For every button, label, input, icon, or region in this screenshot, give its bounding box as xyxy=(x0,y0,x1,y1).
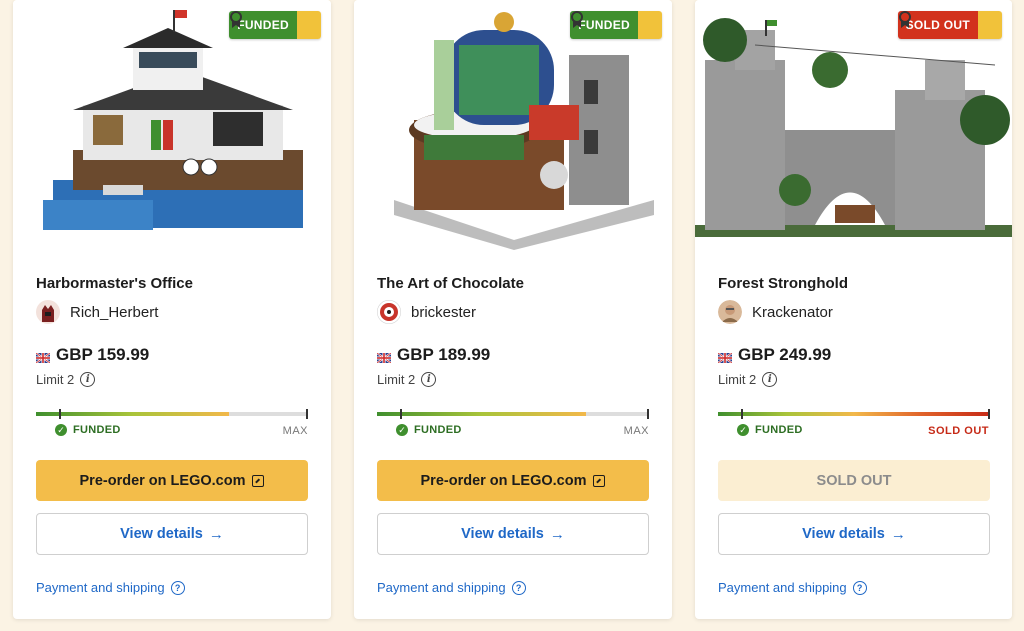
preorder-label: Pre-order on LEGO.com xyxy=(420,472,587,489)
funding-progress-bar xyxy=(377,409,649,419)
check-icon: ✓ xyxy=(55,424,67,436)
creator[interactable]: Rich_Herbert xyxy=(36,300,158,324)
arrow-right-icon: → xyxy=(208,525,224,543)
payment-shipping-label: Payment and shipping xyxy=(36,580,165,595)
arrow-right-icon: → xyxy=(890,525,906,543)
max-tick xyxy=(647,409,649,419)
view-details-button[interactable]: View details → xyxy=(718,513,990,555)
view-details-label: View details xyxy=(120,526,203,542)
funding-progress-bar xyxy=(718,409,990,419)
creator-name[interactable]: Rich_Herbert xyxy=(70,304,158,321)
view-details-button[interactable]: View details → xyxy=(377,513,649,555)
sold-out-button: SOLD OUT xyxy=(718,460,990,501)
limit: Limit 2 i xyxy=(718,372,778,387)
price-value: GBP 189.99 xyxy=(397,345,491,364)
payment-shipping-label: Payment and shipping xyxy=(377,580,506,595)
product-card-art-of-chocolate[interactable]: FUNDED The Art of Chocolate brickester G… xyxy=(354,0,672,619)
view-details-button[interactable]: View details → xyxy=(36,513,308,555)
price-value: GBP 159.99 xyxy=(56,345,150,364)
arrow-right-icon: → xyxy=(549,525,565,543)
status-badge: FUNDED xyxy=(229,11,321,39)
price: GBP 249.99 xyxy=(717,345,832,365)
sold-out-button-label: SOLD OUT xyxy=(816,472,892,489)
limit-text: Limit 2 xyxy=(36,372,75,387)
creator-name[interactable]: brickester xyxy=(411,304,476,321)
ribbon-icon xyxy=(898,11,1002,39)
limit: Limit 2 i xyxy=(36,372,96,387)
avatar xyxy=(377,300,401,324)
product-card-harbormaster[interactable]: FUNDED Harbormaster's Office Rich_Herber… xyxy=(13,0,331,619)
funded-label: FUNDED xyxy=(755,424,803,436)
product-title[interactable]: Harbormaster's Office xyxy=(36,275,193,292)
payment-shipping-link[interactable]: Payment and shipping ? xyxy=(718,580,867,595)
check-icon: ✓ xyxy=(396,424,408,436)
product-image[interactable]: SOLD OUT xyxy=(695,0,1012,250)
product-title[interactable]: Forest Stronghold xyxy=(718,275,848,292)
max-label: MAX xyxy=(623,425,649,437)
funded-tick xyxy=(741,409,743,419)
creator-name[interactable]: Krackenator xyxy=(752,304,833,321)
help-icon[interactable]: ? xyxy=(170,580,185,595)
payment-shipping-link[interactable]: Payment and shipping ? xyxy=(377,580,526,595)
funded-status: ✓ FUNDED xyxy=(55,424,121,436)
ribbon-icon xyxy=(571,11,662,39)
uk-flag-icon xyxy=(717,350,733,364)
avatar xyxy=(718,300,742,324)
help-icon[interactable]: ? xyxy=(511,580,526,595)
price: GBP 189.99 xyxy=(376,345,491,365)
progress-fill xyxy=(718,412,990,416)
view-details-label: View details xyxy=(802,526,885,542)
creator[interactable]: brickester xyxy=(377,300,476,324)
funding-progress-bar xyxy=(36,409,308,419)
external-link-icon xyxy=(252,474,265,487)
status-badge: FUNDED xyxy=(570,11,662,39)
ribbon-icon xyxy=(230,11,321,39)
creator[interactable]: Krackenator xyxy=(718,300,833,324)
limit-text: Limit 2 xyxy=(377,372,416,387)
info-icon[interactable]: i xyxy=(421,372,437,387)
funded-label: FUNDED xyxy=(73,424,121,436)
funded-label: FUNDED xyxy=(414,424,462,436)
uk-flag-icon xyxy=(35,350,51,364)
status-badge: SOLD OUT xyxy=(897,11,1002,39)
funded-tick xyxy=(400,409,402,419)
help-icon[interactable]: ? xyxy=(852,580,867,595)
check-icon: ✓ xyxy=(737,424,749,436)
preorder-button[interactable]: Pre-order on LEGO.com xyxy=(36,460,308,501)
info-icon[interactable]: i xyxy=(762,372,778,387)
sold-out-label: SOLD OUT xyxy=(928,425,989,437)
progress-fill xyxy=(36,412,230,416)
avatar xyxy=(36,300,60,324)
preorder-button[interactable]: Pre-order on LEGO.com xyxy=(377,460,649,501)
max-tick xyxy=(988,409,990,419)
funded-status: ✓ FUNDED xyxy=(737,424,803,436)
max-tick xyxy=(306,409,308,419)
product-card-forest-stronghold[interactable]: SOLD OUT Forest Stronghold Krackenator G… xyxy=(695,0,1012,619)
limit-text: Limit 2 xyxy=(718,372,757,387)
price-value: GBP 249.99 xyxy=(738,345,832,364)
external-link-icon xyxy=(593,474,606,487)
product-title[interactable]: The Art of Chocolate xyxy=(377,275,524,292)
payment-shipping-link[interactable]: Payment and shipping ? xyxy=(36,580,185,595)
funded-status: ✓ FUNDED xyxy=(396,424,462,436)
preorder-label: Pre-order on LEGO.com xyxy=(79,472,246,489)
price: GBP 159.99 xyxy=(35,345,150,365)
view-details-label: View details xyxy=(461,526,544,542)
progress-fill xyxy=(377,412,587,416)
uk-flag-icon xyxy=(376,350,392,364)
payment-shipping-label: Payment and shipping xyxy=(718,580,847,595)
limit: Limit 2 i xyxy=(377,372,437,387)
funded-tick xyxy=(59,409,61,419)
info-icon[interactable]: i xyxy=(80,372,96,387)
product-image[interactable]: FUNDED xyxy=(13,0,331,250)
max-label: MAX xyxy=(282,425,308,437)
product-image[interactable]: FUNDED xyxy=(354,0,672,250)
